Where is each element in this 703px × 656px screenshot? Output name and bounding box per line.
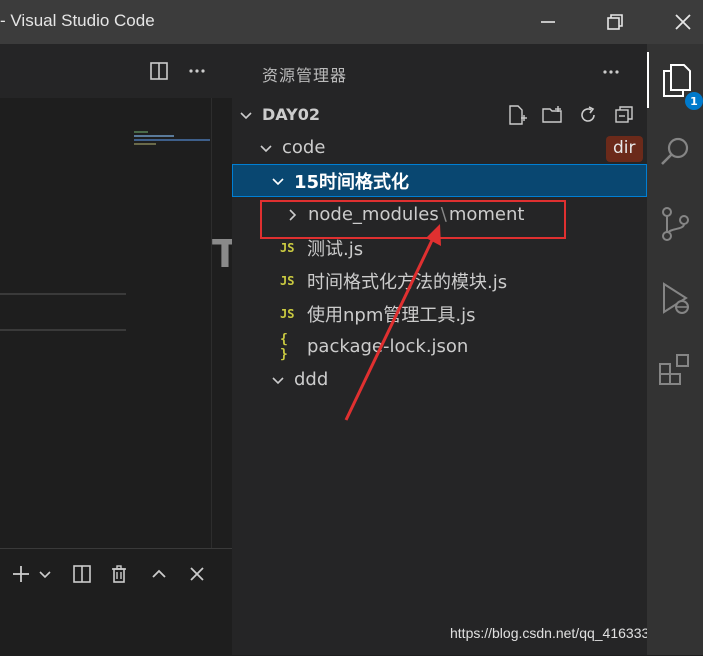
more-actions-icon[interactable] [598,60,624,84]
files-icon[interactable]: 1 [647,52,703,110]
divider [0,293,126,295]
notification-badge: 1 [685,92,703,110]
json-file-icon: { } [280,331,288,362]
tree-label: code [282,137,326,158]
search-icon[interactable] [647,124,703,180]
terminal-panel [0,548,232,656]
minimize-icon[interactable] [534,8,562,36]
editor-tab-bar [0,44,232,98]
collapse-all-icon[interactable] [611,102,637,128]
split-icon[interactable] [69,561,95,587]
more-actions-icon[interactable] [184,58,210,84]
watermark: https://blog.csdn.net/qq_41633396 [450,625,665,641]
tree-label: ddd [294,369,329,390]
split-editor-icon[interactable] [146,58,172,84]
minimap[interactable] [134,128,214,148]
chevron-down-icon[interactable] [36,565,54,583]
chevron-down-icon [270,372,286,388]
refresh-icon[interactable] [575,102,601,128]
tree-label: 15时间格式化 [294,171,410,193]
js-file-icon: JS [280,240,295,255]
js-file-icon: JS [280,273,295,288]
extensions-icon[interactable] [647,342,703,398]
new-folder-icon[interactable] [539,102,567,128]
activity-bar: 1 [647,44,703,655]
close-icon[interactable] [184,561,210,587]
window-title: - Visual Studio Code [0,11,155,30]
explorer-title: 资源管理器 [262,66,348,85]
chevron-down-icon [238,107,254,123]
close-icon[interactable] [669,8,697,36]
restore-icon[interactable] [601,8,629,36]
section-title: DAY02 [262,105,320,124]
add-icon[interactable] [8,561,34,587]
annotation-arrow [344,224,441,421]
title-bar: - Visual Studio Code [0,0,703,44]
trash-icon[interactable] [106,561,132,587]
run-debug-icon[interactable] [647,270,703,326]
chevron-down-icon [270,173,286,189]
editor-scrollbar[interactable] [211,98,212,548]
chevron-down-icon [258,140,274,156]
js-file-icon: JS [280,306,295,321]
chevron-up-icon[interactable] [146,561,172,587]
tree-folder-code[interactable]: code [232,131,647,164]
editor-body[interactable] [0,98,232,548]
divider [0,329,126,331]
explorer-sidebar: 资源管理器 DAY02 code 15时间格式化 node_modules \ … [232,44,665,655]
tree-folder-selected[interactable]: 15时间格式化 [232,164,647,197]
source-control-icon[interactable] [647,196,703,252]
new-file-icon[interactable] [504,102,530,128]
hover-tooltip: dir [606,136,643,162]
